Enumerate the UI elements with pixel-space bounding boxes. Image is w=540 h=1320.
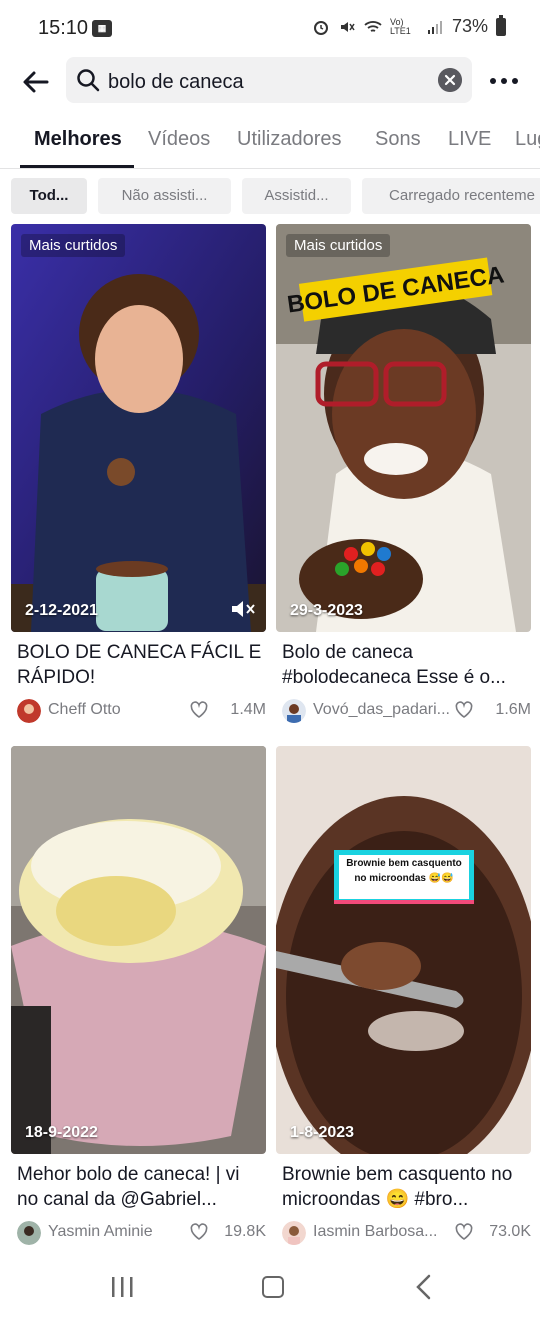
- video-title[interactable]: BOLO DE CANECA FÁCIL E RÁPIDO!: [17, 640, 263, 690]
- sound-off-icon[interactable]: [230, 598, 256, 620]
- author-avatar[interactable]: [282, 1221, 306, 1245]
- system-back-icon[interactable]: [414, 1274, 434, 1300]
- battery-level: 73%: [451, 16, 488, 36]
- video-title[interactable]: Brownie bem casquento no microondas 😄 #b…: [282, 1162, 528, 1212]
- upload-date: 29-3-2023: [290, 602, 363, 619]
- filter-chips: Tod... Não assisti... Assistid... Carreg…: [0, 178, 540, 214]
- more-options-icon[interactable]: [488, 68, 520, 94]
- tab-live[interactable]: LIVE: [448, 128, 491, 151]
- chip-assistidos[interactable]: Assistid...: [242, 178, 351, 214]
- author-name[interactable]: Iasmin Barbosa...: [313, 1223, 453, 1241]
- search-header: bolo de caneca: [0, 56, 540, 108]
- status-bar: 15:10 ▦ Vo) LTE1 73%: [0, 0, 540, 56]
- video-thumbnail[interactable]: BOLO DE CANECA Mais curtidos 29-3-2023: [276, 224, 531, 632]
- notification-icon: ▦: [92, 20, 112, 37]
- heart-icon: [190, 1223, 208, 1240]
- search-box[interactable]: bolo de caneca: [66, 57, 472, 103]
- video-thumbnail[interactable]: Mais curtidos 2-12-2021: [11, 224, 266, 632]
- wifi-icon: [364, 20, 382, 32]
- like-count: 73.0K: [489, 1223, 531, 1240]
- upload-date: 2-12-2021: [25, 602, 98, 619]
- most-liked-badge: Mais curtidos: [21, 234, 126, 257]
- video-title[interactable]: Bolo de caneca #bolodecaneca Esse é o...: [282, 640, 528, 690]
- search-input[interactable]: bolo de caneca: [108, 57, 244, 103]
- tab-lugares[interactable]: Lug: [515, 128, 540, 151]
- heart-icon: [190, 701, 208, 718]
- author-name[interactable]: Cheff Otto: [48, 701, 188, 719]
- video-meta: Vovó_das_padari... 1.6M: [282, 699, 531, 723]
- like-count: 1.6M: [495, 701, 531, 718]
- video-thumbnail-image: [11, 224, 266, 632]
- battery-icon: [496, 14, 506, 36]
- upload-date: 1-8-2023: [290, 1124, 355, 1141]
- search-icon: [77, 69, 100, 92]
- heart-icon: [455, 1223, 473, 1240]
- upload-date: 18-9-2022: [25, 1124, 98, 1141]
- like-count: 19.8K: [224, 1223, 266, 1240]
- author-name[interactable]: Vovó_das_padari...: [313, 701, 453, 719]
- mute-icon: [340, 21, 355, 32]
- chip-nao-assistidos[interactable]: Não assisti...: [98, 178, 231, 214]
- author-avatar[interactable]: [17, 699, 41, 723]
- result-tabs: Melhores Vídeos Utilizadores Sons LIVE L…: [0, 118, 540, 169]
- home-icon[interactable]: [262, 1276, 284, 1298]
- network-label: Vo) LTE1: [389, 16, 411, 36]
- chip-carregado-recentemente[interactable]: Carregado recenteme: [362, 178, 540, 214]
- video-title[interactable]: Mehor bolo de caneca! | vi no canal da @…: [17, 1162, 263, 1212]
- system-nav-bar: [0, 1256, 540, 1320]
- author-name[interactable]: Yasmin Aminie: [48, 1223, 188, 1241]
- author-avatar[interactable]: [17, 1221, 41, 1245]
- video-thumbnail[interactable]: 18-9-2022: [11, 746, 266, 1154]
- video-meta: Yasmin Aminie 19.8K: [17, 1221, 266, 1245]
- tab-videos[interactable]: Vídeos: [148, 128, 210, 151]
- video-meta: Iasmin Barbosa... 73.0K: [282, 1221, 531, 1245]
- heart-icon: [455, 701, 473, 718]
- tab-melhores[interactable]: Melhores: [34, 128, 122, 151]
- author-avatar[interactable]: [282, 699, 306, 723]
- tab-sons[interactable]: Sons: [375, 128, 421, 151]
- clear-search-icon[interactable]: [438, 68, 462, 92]
- status-icons: Vo) LTE1 73%: [312, 14, 506, 37]
- recent-apps-icon[interactable]: [110, 1276, 134, 1298]
- chip-todos[interactable]: Tod...: [11, 178, 87, 214]
- video-thumbnail-image: BOLO DE CANECA: [276, 224, 531, 632]
- active-tab-indicator: [20, 165, 134, 168]
- video-thumbnail-image: [276, 746, 531, 1154]
- most-liked-badge: Mais curtidos: [286, 234, 391, 257]
- alarm-icon: [313, 20, 328, 35]
- video-thumbnail-image: [11, 746, 266, 1154]
- signal-icon: [427, 20, 442, 34]
- thumbnail-overlay-text: Brownie bem casquento no microondas 😅😅: [346, 858, 462, 884]
- status-time: 15:10: [38, 17, 89, 39]
- tab-utilizadores[interactable]: Utilizadores: [237, 128, 341, 151]
- video-meta: Cheff Otto 1.4M: [17, 699, 266, 723]
- like-count: 1.4M: [230, 701, 266, 718]
- video-thumbnail[interactable]: Brownie bem casquento no microondas 😅😅 1…: [276, 746, 531, 1154]
- back-arrow-icon[interactable]: [20, 66, 52, 98]
